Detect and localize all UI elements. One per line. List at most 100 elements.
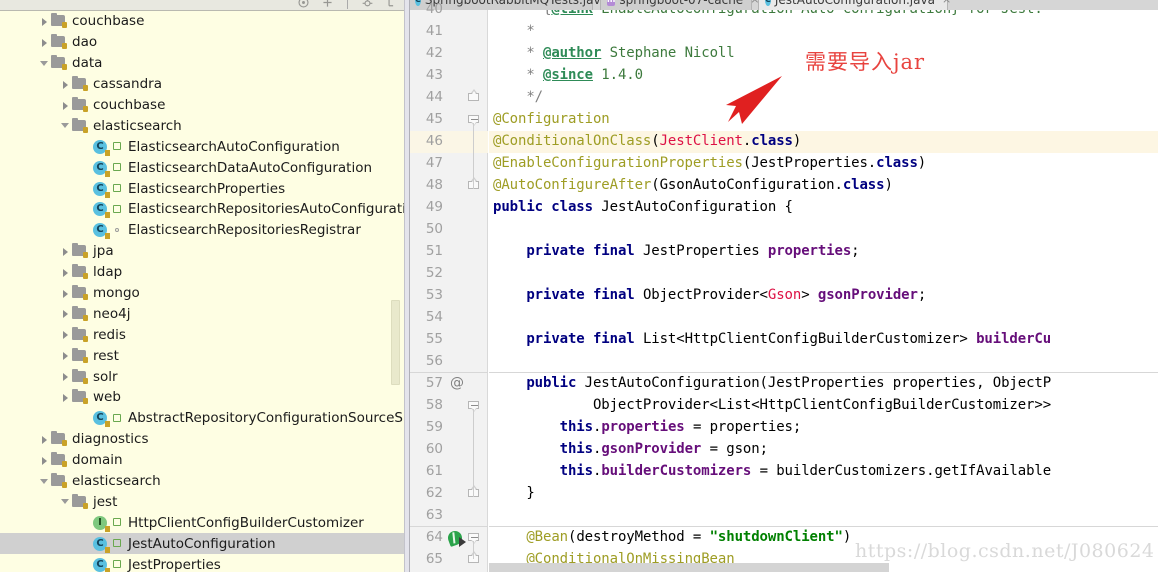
package-icon bbox=[51, 34, 68, 50]
public-bracket-icon bbox=[112, 161, 125, 174]
java-class-icon: C bbox=[765, 0, 771, 6]
tree-node-solr[interactable]: solr bbox=[0, 366, 404, 387]
tree-node-httpclientconfigbuildercustomizer[interactable]: I HttpClientConfigBuilderCustomizer bbox=[0, 512, 404, 533]
tree-node-mongo[interactable]: mongo bbox=[0, 283, 404, 304]
tree-node-dao[interactable]: dao bbox=[0, 32, 404, 53]
chevron-right-icon[interactable] bbox=[59, 391, 72, 404]
editor-gutter[interactable]: 40 41 42 43 44 45 46 47 48 49 50 51 52 53 54 55 56 57 58 59… bbox=[410, 1, 488, 572]
chevron-right-icon[interactable] bbox=[59, 266, 72, 279]
chevron-right-icon[interactable] bbox=[59, 245, 72, 258]
hide-icon[interactable] bbox=[385, 0, 398, 9]
chevron-right-icon[interactable] bbox=[59, 99, 72, 112]
tree-node-diagnostics[interactable]: diagnostics bbox=[0, 429, 404, 450]
code-fold-handle[interactable] bbox=[468, 89, 479, 104]
tree-node-neo4j[interactable]: neo4j bbox=[0, 303, 404, 324]
close-icon[interactable]: × bbox=[942, 0, 951, 6]
gear-icon[interactable] bbox=[361, 0, 374, 9]
tree-node-label: cassandra bbox=[93, 76, 162, 93]
code-line[interactable]: this.gsonProvider = gson; bbox=[493, 441, 768, 457]
tree-node-elasticsearch[interactable]: elasticsearch bbox=[0, 115, 404, 136]
chevron-down-icon[interactable] bbox=[38, 475, 51, 488]
tree-node-elasticsearchrepositoriesregistrar[interactable]: C ElasticsearchRepositoriesRegistrar bbox=[0, 220, 404, 241]
spring-bean-gutter-icon[interactable] bbox=[446, 529, 466, 547]
tree-node-label: jpa bbox=[93, 243, 114, 260]
chevron-right-icon[interactable] bbox=[59, 370, 72, 383]
code-line[interactable]: ObjectProvider<List<HttpClientConfigBuil… bbox=[493, 397, 1051, 413]
project-tree[interactable]: couchbase dao data cassandra couchbase elasti… bbox=[0, 11, 404, 572]
code-line[interactable]: @Configuration bbox=[493, 111, 610, 127]
code-token: gsonProvider bbox=[601, 441, 702, 457]
tree-node-ldap[interactable]: ldap bbox=[0, 262, 404, 283]
tree-node-elasticsearchproperties[interactable]: C ElasticsearchProperties bbox=[0, 178, 404, 199]
tree-node-jpa[interactable]: jpa bbox=[0, 241, 404, 262]
code-text-area[interactable]: * {@link EnableAutoConfiguration Auto-co… bbox=[489, 10, 1158, 572]
code-line[interactable]: * @author Stephane Nicoll bbox=[493, 45, 735, 61]
code-line[interactable]: } bbox=[493, 485, 534, 501]
code-line[interactable]: this.builderCustomizers = builderCustomi… bbox=[493, 463, 1052, 479]
code-token: ; bbox=[851, 243, 860, 259]
chevron-right-icon[interactable] bbox=[59, 349, 72, 362]
tree-node-redis[interactable]: redis bbox=[0, 324, 404, 345]
code-line[interactable]: public class JestAutoConfiguration { bbox=[493, 199, 793, 215]
tree-node-label: JestProperties bbox=[128, 556, 221, 572]
code-token: ) bbox=[884, 177, 893, 193]
tree-node-cassandra[interactable]: cassandra bbox=[0, 74, 404, 95]
chevron-down-icon[interactable] bbox=[59, 119, 72, 132]
chevron-right-icon[interactable] bbox=[38, 433, 51, 446]
tree-node-couchbase[interactable]: couchbase bbox=[0, 95, 404, 116]
chevron-right-icon[interactable] bbox=[59, 78, 72, 91]
code-line[interactable]: @EnableConfigurationProperties(JestPrope… bbox=[493, 155, 926, 171]
package-icon bbox=[72, 243, 89, 259]
chevron-right-icon[interactable] bbox=[38, 454, 51, 467]
tree-node-couchbase[interactable]: couchbase bbox=[0, 11, 404, 32]
code-token: this bbox=[559, 441, 593, 457]
annotation-gutter-marker[interactable]: @ bbox=[450, 375, 464, 391]
code-token: */ bbox=[493, 89, 543, 105]
package-icon bbox=[72, 264, 89, 280]
code-token: public bbox=[526, 375, 577, 391]
package-icon bbox=[72, 368, 89, 384]
chevron-right-icon[interactable] bbox=[59, 328, 72, 341]
code-line[interactable]: private final JestProperties properties; bbox=[493, 243, 860, 259]
code-line[interactable]: @AutoConfigureAfter(GsonAutoConfiguratio… bbox=[493, 177, 893, 193]
tree-node-domain[interactable]: domain bbox=[0, 450, 404, 471]
code-line[interactable]: public JestAutoConfiguration(JestPropert… bbox=[493, 375, 1051, 391]
tree-node-rest[interactable]: rest bbox=[0, 345, 404, 366]
code-token: this bbox=[559, 419, 593, 435]
code-line[interactable]: private final ObjectProvider<Gson> gsonP… bbox=[493, 287, 926, 303]
code-line[interactable]: @ConditionalOnClass(JestClient.class) bbox=[493, 133, 801, 149]
code-token: Stephane Nicoll bbox=[601, 45, 735, 61]
tree-node-abstractrepositoryconfigurationsourcesupport[interactable]: C AbstractRepositoryConfigurationSourceSu… bbox=[0, 408, 404, 429]
editor-tab-2[interactable]: C JestAutoConfiguration.java × bbox=[758, 0, 951, 10]
code-line[interactable]: * {@link EnableAutoConfiguration Auto-co… bbox=[493, 10, 1043, 17]
tree-node-web[interactable]: web bbox=[0, 387, 404, 408]
code-line[interactable]: private final List<HttpClientConfigBuild… bbox=[493, 331, 1051, 347]
chevron-right-icon[interactable] bbox=[59, 307, 72, 320]
code-line[interactable]: @Bean(destroyMethod = "shutdownClient") bbox=[493, 529, 851, 545]
code-line[interactable]: this.properties = properties; bbox=[493, 419, 802, 435]
chevron-right-icon[interactable] bbox=[59, 287, 72, 300]
chevron-down-icon[interactable] bbox=[59, 495, 72, 508]
editor-tab-1[interactable]: mspringboot-07-cache× bbox=[600, 0, 759, 10]
tree-node-elasticsearchdataautoconfiguration[interactable]: C ElasticsearchDataAutoConfiguration bbox=[0, 157, 404, 178]
code-line[interactable]: * @since 1.4.0 bbox=[493, 67, 643, 83]
project-tree-scrollbar[interactable] bbox=[391, 300, 400, 385]
tree-node-jestproperties[interactable]: C JestProperties bbox=[0, 554, 404, 572]
tree-node-data[interactable]: data bbox=[0, 53, 404, 74]
collapse-all-icon[interactable] bbox=[297, 0, 310, 9]
tree-node-elasticsearchautoconfiguration[interactable]: C ElasticsearchAutoConfiguration bbox=[0, 136, 404, 157]
code-token: . bbox=[742, 133, 752, 149]
expand-all-icon[interactable] bbox=[321, 0, 334, 9]
code-token: @ConditionalOnClass bbox=[493, 133, 652, 149]
tree-node-jest[interactable]: jest bbox=[0, 491, 404, 512]
code-line[interactable]: * bbox=[493, 23, 534, 39]
code-line[interactable]: */ bbox=[493, 89, 543, 105]
chevron-right-icon[interactable] bbox=[38, 36, 51, 49]
tree-node-jestautoconfiguration[interactable]: C JestAutoConfiguration bbox=[0, 533, 404, 555]
line-number: 43 bbox=[425, 67, 443, 83]
chevron-right-icon[interactable] bbox=[38, 15, 51, 28]
chevron-down-icon[interactable] bbox=[38, 57, 51, 70]
tree-node-elasticsearchrepositoriesautoconfiguration[interactable]: C ElasticsearchRepositoriesAutoConfigurat… bbox=[0, 199, 404, 220]
tree-node-elasticsearch[interactable]: elasticsearch bbox=[0, 471, 404, 492]
